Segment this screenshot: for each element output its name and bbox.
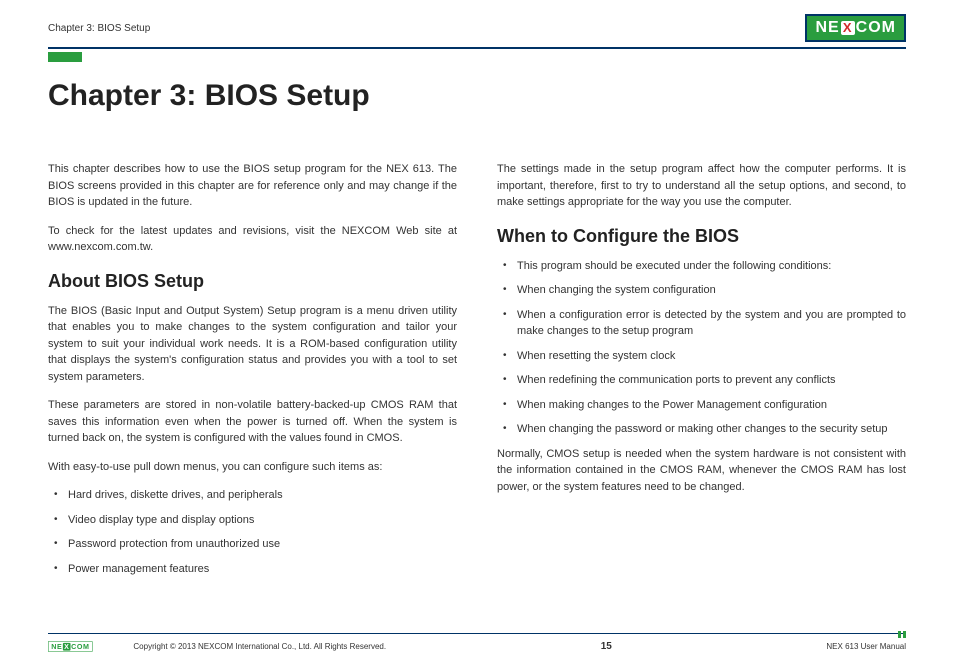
left-column: This chapter describes how to use the BI… — [48, 161, 457, 585]
chapter-title: Chapter 3: BIOS Setup — [48, 79, 906, 113]
about-bios-heading: About BIOS Setup — [48, 268, 457, 295]
content-columns: This chapter describes how to use the BI… — [48, 161, 906, 585]
page-header: Chapter 3: BIOS Setup NEXCOM — [0, 0, 954, 42]
header-green-accent — [48, 52, 82, 62]
about-bios-paragraph-3: With easy-to-use pull down menus, you ca… — [48, 459, 457, 476]
footer-nexcom-logo: NEXCOM — [48, 641, 93, 651]
list-item: When making changes to the Power Managem… — [503, 397, 906, 414]
footer-divider — [48, 633, 906, 634]
list-item: When changing the password or making oth… — [503, 421, 906, 438]
logo-x-icon: X — [63, 643, 71, 651]
list-item: When redefining the communication ports … — [503, 372, 906, 389]
list-item: Password protection from unauthorized us… — [54, 536, 457, 553]
page-content: Chapter 3: BIOS Setup This chapter descr… — [0, 49, 954, 585]
list-item: This program should be executed under th… — [503, 258, 906, 275]
list-item: When resetting the system clock — [503, 348, 906, 365]
about-bios-paragraph-1: The BIOS (Basic Input and Output System)… — [48, 303, 457, 386]
intro-paragraph-2: To check for the latest updates and revi… — [48, 223, 457, 256]
header-divider — [48, 47, 906, 49]
about-bios-paragraph-2: These parameters are stored in non-volat… — [48, 397, 457, 447]
list-item: Hard drives, diskette drives, and periph… — [54, 487, 457, 504]
intro-paragraph-1: This chapter describes how to use the BI… — [48, 161, 457, 211]
config-items-list: Hard drives, diskette drives, and periph… — [48, 487, 457, 577]
page-footer: NEXCOM Copyright © 2013 NEXCOM Internati… — [48, 633, 906, 656]
when-configure-heading: When to Configure the BIOS — [497, 223, 906, 250]
footer-green-accent — [898, 631, 901, 638]
copyright-text: Copyright © 2013 NEXCOM International Co… — [133, 642, 386, 651]
conditions-list: This program should be executed under th… — [497, 258, 906, 438]
right-intro-paragraph: The settings made in the setup program a… — [497, 161, 906, 211]
page-number: 15 — [601, 641, 612, 652]
breadcrumb: Chapter 3: BIOS Setup — [48, 23, 150, 34]
list-item: When a configuration error is detected b… — [503, 307, 906, 340]
footer-green-accent — [903, 631, 906, 638]
logo-x-icon: X — [841, 21, 855, 35]
nexcom-logo: NEXCOM — [805, 14, 906, 42]
cmos-note-paragraph: Normally, CMOS setup is needed when the … — [497, 446, 906, 496]
right-column: The settings made in the setup program a… — [497, 161, 906, 585]
list-item: When changing the system configuration — [503, 282, 906, 299]
manual-name: NEX 613 User Manual — [826, 642, 906, 651]
list-item: Power management features — [54, 561, 457, 578]
list-item: Video display type and display options — [54, 512, 457, 529]
